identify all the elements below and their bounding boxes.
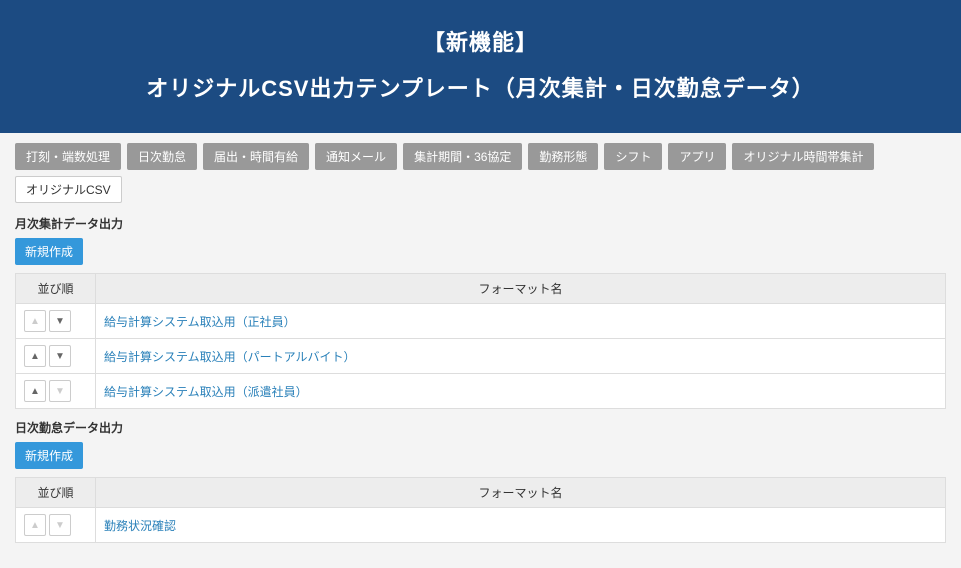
daily-section-title: 日次勤怠データ出力 [15, 419, 946, 436]
daily-section: 日次勤怠データ出力 新規作成 並び順 フォーマット名 ▲▼ 勤務状況確認 [15, 419, 946, 543]
monthly-format-cell: 給与計算システム取込用（パートアルバイト） [96, 339, 946, 374]
monthly-section: 月次集計データ出力 新規作成 並び順 フォーマット名 ▲▼給与計算システム取込用… [15, 215, 946, 409]
tab-5[interactable]: 勤務形態 [528, 143, 598, 170]
monthly-format-link[interactable]: 給与計算システム取込用（パートアルバイト） [104, 350, 356, 364]
monthly-order-cell: ▲▼ [16, 374, 96, 409]
move-down-button[interactable]: ▼ [49, 310, 71, 332]
tab-1[interactable]: 日次勤怠 [127, 143, 197, 170]
monthly-col-format: フォーマット名 [96, 274, 946, 304]
tab-8[interactable]: オリジナル時間帯集計 [732, 143, 874, 170]
tab-7[interactable]: アプリ [668, 143, 726, 170]
tab-2[interactable]: 届出・時間有給 [203, 143, 309, 170]
tab-3[interactable]: 通知メール [315, 143, 397, 170]
monthly-order-cell: ▲▼ [16, 304, 96, 339]
daily-format-cell: 勤務状況確認 [96, 508, 946, 543]
tab-6[interactable]: シフト [604, 143, 662, 170]
tab-4[interactable]: 集計期間・36協定 [403, 143, 522, 170]
move-up-button: ▲ [24, 310, 46, 332]
monthly-format-cell: 給与計算システム取込用（派遣社員） [96, 374, 946, 409]
daily-col-format: フォーマット名 [96, 478, 946, 508]
banner-title-line1: 【新機能】 [20, 25, 941, 57]
move-down-button[interactable]: ▼ [49, 345, 71, 367]
move-up-button[interactable]: ▲ [24, 345, 46, 367]
monthly-section-title: 月次集計データ出力 [15, 215, 946, 232]
daily-order-cell: ▲▼ [16, 508, 96, 543]
monthly-col-order: 並び順 [16, 274, 96, 304]
daily-col-order: 並び順 [16, 478, 96, 508]
monthly-row: ▲▼ 給与計算システム取込用（パートアルバイト） [16, 339, 946, 374]
monthly-table: 並び順 フォーマット名 ▲▼給与計算システム取込用（正社員）▲▼給与計算システム… [15, 273, 946, 409]
tab-0[interactable]: 打刻・端数処理 [15, 143, 121, 170]
settings-tabs: 打刻・端数処理日次勤怠届出・時間有給通知メール集計期間・36協定勤務形態シフトア… [15, 133, 946, 211]
monthly-row: ▲▼ 給与計算システム取込用（派遣社員） [16, 374, 946, 409]
move-up-button[interactable]: ▲ [24, 380, 46, 402]
monthly-format-cell: 給与計算システム取込用（正社員） [96, 304, 946, 339]
daily-table: 並び順 フォーマット名 ▲▼ 勤務状況確認 [15, 477, 946, 543]
move-down-button: ▼ [49, 514, 71, 536]
monthly-format-link[interactable]: 給与計算システム取込用（正社員） [104, 315, 296, 329]
daily-row: ▲▼ 勤務状況確認 [16, 508, 946, 543]
move-down-button: ▼ [49, 380, 71, 402]
tab-9[interactable]: オリジナルCSV [15, 176, 122, 203]
announcement-banner: 【新機能】 オリジナルCSV出力テンプレート（月次集計・日次勤怠データ） [0, 0, 961, 133]
main-content: 打刻・端数処理日次勤怠届出・時間有給通知メール集計期間・36協定勤務形態シフトア… [0, 133, 961, 568]
monthly-format-link[interactable]: 給与計算システム取込用（派遣社員） [104, 385, 308, 399]
monthly-row: ▲▼ 給与計算システム取込用（正社員） [16, 304, 946, 339]
banner-title-line2: オリジナルCSV出力テンプレート（月次集計・日次勤怠データ） [20, 71, 941, 103]
monthly-order-cell: ▲▼ [16, 339, 96, 374]
daily-format-link[interactable]: 勤務状況確認 [104, 519, 176, 533]
move-up-button: ▲ [24, 514, 46, 536]
daily-create-button[interactable]: 新規作成 [15, 442, 83, 469]
monthly-create-button[interactable]: 新規作成 [15, 238, 83, 265]
